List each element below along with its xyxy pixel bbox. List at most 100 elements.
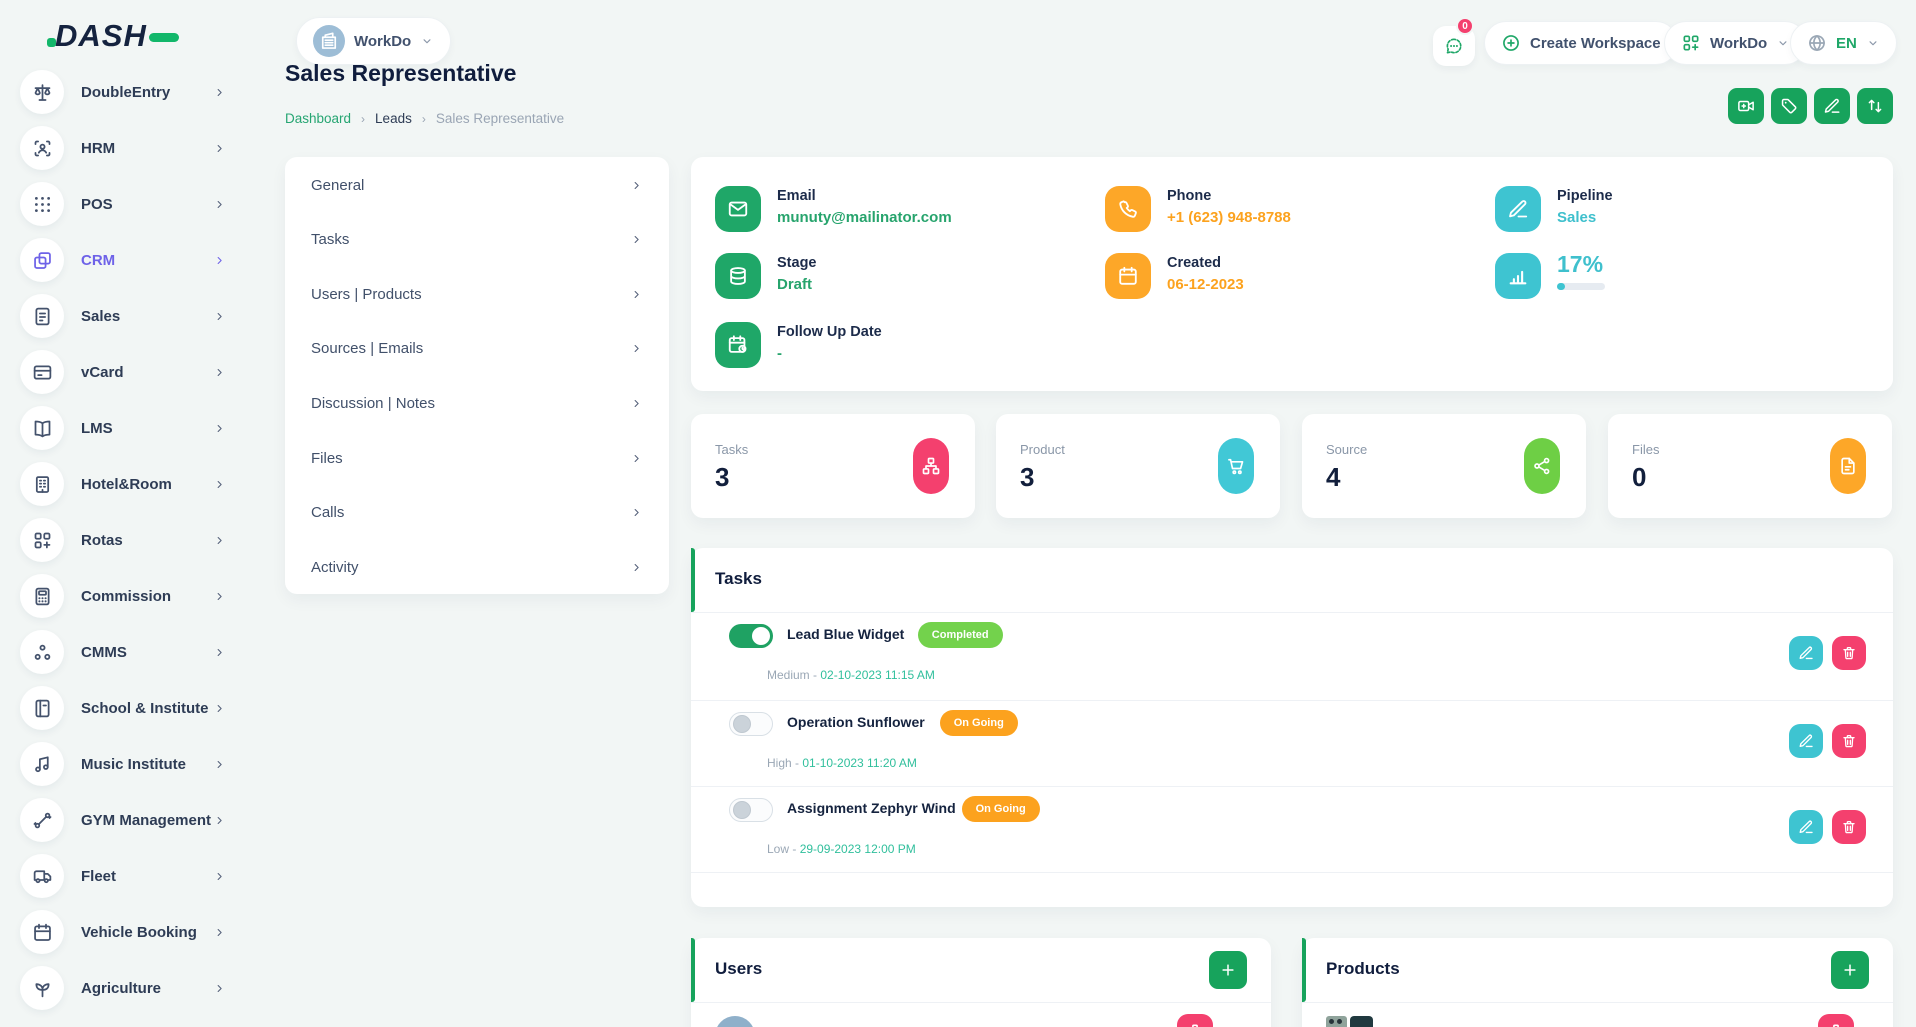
workspace-switcher[interactable]: WorkDo <box>296 17 451 65</box>
add-user-button[interactable] <box>1209 951 1247 989</box>
lead-menu-item-users-products[interactable]: Users | Products <box>285 267 669 321</box>
stat-value: 3 <box>715 462 729 493</box>
chevron-right-icon <box>213 422 226 435</box>
sidebar-item-label: Rotas <box>81 532 123 549</box>
database-icon <box>715 253 761 299</box>
convert-button[interactable] <box>1857 88 1893 124</box>
chart-icon <box>1495 253 1541 299</box>
stat-card-files: Files 0 <box>1608 414 1892 518</box>
stat-label: Tasks <box>715 442 748 457</box>
chevron-right-icon <box>213 982 226 995</box>
swap-icon <box>1866 97 1884 115</box>
language-label: EN <box>1836 35 1857 52</box>
stat-value: 0 <box>1632 462 1646 493</box>
edit-button[interactable] <box>1814 88 1850 124</box>
detail-value: 06-12-2023 <box>1167 276 1244 293</box>
workdo-menu-label: WorkDo <box>1710 35 1767 52</box>
detail-value: Sales <box>1557 209 1613 226</box>
cmms-icon <box>20 630 64 674</box>
task-meta: Medium - 02-10-2023 11:15 AM <box>767 668 935 682</box>
label-button[interactable] <box>1771 88 1807 124</box>
sidebar-item-sales[interactable]: Sales <box>0 294 256 338</box>
sidebar-item-gym-management[interactable]: GYM Management <box>0 798 256 842</box>
sidebar-item-rotas[interactable]: Rotas <box>0 518 256 562</box>
stat-card-source: Source4 <box>1302 414 1586 518</box>
task-complete-toggle[interactable] <box>729 712 773 736</box>
lead-menu-item-files[interactable]: Files <box>285 431 669 485</box>
globe-icon <box>1807 33 1827 53</box>
workdo-menu-button[interactable]: WorkDo <box>1664 21 1807 65</box>
lead-progress-value: 17% <box>1557 253 1605 276</box>
sidebar-item-school-institute[interactable]: School & Institute <box>0 686 256 730</box>
add-product-button[interactable] <box>1831 951 1869 989</box>
chevron-right-icon <box>213 702 226 715</box>
remove-user-button[interactable] <box>1177 1014 1213 1027</box>
task-name: Operation Sunflower <box>787 714 925 730</box>
chevron-right-icon <box>630 288 643 301</box>
stat-card-tasks: Tasks 3 <box>691 414 975 518</box>
sidebar-item-vcard[interactable]: vCard <box>0 350 256 394</box>
chevron-down-icon <box>420 34 434 48</box>
task-complete-toggle[interactable] <box>729 624 773 648</box>
detail-created: Created06-12-2023 <box>1105 253 1244 299</box>
product-image <box>1326 1016 1376 1027</box>
share-icon <box>1524 438 1560 494</box>
create-workspace-button[interactable]: Create Workspace <box>1484 21 1678 65</box>
stat-label: Files <box>1632 442 1659 457</box>
edit-task-button[interactable] <box>1789 636 1823 670</box>
menu-item-label: Sources | Emails <box>311 340 423 357</box>
sidebar-item-commission[interactable]: Commission <box>0 574 256 618</box>
sidebar-item-crm[interactable]: CRM <box>0 238 256 282</box>
lead-menu-item-discussion-notes[interactable]: Discussion | Notes <box>285 376 669 430</box>
mail-icon <box>715 186 761 232</box>
lead-menu-item-activity[interactable]: Activity <box>285 540 669 594</box>
sidebar-item-lms[interactable]: LMS <box>0 406 256 450</box>
chevron-right-icon <box>213 870 226 883</box>
calendar-icon <box>1105 253 1151 299</box>
gym-icon <box>20 798 64 842</box>
edit-task-button[interactable] <box>1789 724 1823 758</box>
tag-icon <box>1780 97 1798 115</box>
lead-menu-item-general[interactable]: General <box>285 158 669 212</box>
lead-menu-item-sources-emails[interactable]: Sources | Emails <box>285 322 669 376</box>
lead-menu-item-tasks[interactable]: Tasks <box>285 213 669 267</box>
video-call-button[interactable] <box>1728 88 1764 124</box>
delete-task-button[interactable] <box>1832 636 1866 670</box>
sidebar-item-pos[interactable]: POS <box>0 182 256 226</box>
chevron-right-icon <box>630 342 643 355</box>
sidebar-item-label: Music Institute <box>81 756 186 773</box>
sidebar-item-label: School & Institute <box>81 700 209 717</box>
sidebar-item-fleet[interactable]: Fleet <box>0 854 256 898</box>
lead-progress-bar <box>1557 283 1605 290</box>
vehicle-icon <box>20 910 64 954</box>
sidebar-item-vehicle-booking[interactable]: Vehicle Booking <box>0 910 256 954</box>
detail-progress: 17% <box>1495 253 1605 299</box>
crm-icon <box>20 238 64 282</box>
workspace-avatar <box>313 25 345 57</box>
sidebar-item-music-institute[interactable]: Music Institute <box>0 742 256 786</box>
sidebar-item-doubleentry[interactable]: DoubleEntry <box>0 70 256 114</box>
sidebar-item-agriculture[interactable]: Agriculture <box>0 966 256 1010</box>
task-meta: Low - 29-09-2023 12:00 PM <box>767 842 916 856</box>
sidebar-item-cmms[interactable]: CMMS <box>0 630 256 674</box>
language-selector[interactable]: EN <box>1790 21 1897 65</box>
detail-label: Phone <box>1167 186 1291 204</box>
breadcrumb-item[interactable]: Dashboard <box>285 111 351 126</box>
sidebar-item-hotel-room[interactable]: Hotel&Room <box>0 462 256 506</box>
edit-task-button[interactable] <box>1789 810 1823 844</box>
delete-task-button[interactable] <box>1832 810 1866 844</box>
music-icon <box>20 742 64 786</box>
breadcrumb-item[interactable]: Leads <box>375 111 412 126</box>
detail-label: Stage <box>777 253 817 271</box>
remove-product-button[interactable] <box>1818 1014 1854 1027</box>
sidebar-item-label: LMS <box>81 420 113 437</box>
school-icon <box>20 686 64 730</box>
sidebar-item-hrm[interactable]: HRM <box>0 126 256 170</box>
menu-item-label: Files <box>311 450 343 467</box>
delete-task-button[interactable] <box>1832 724 1866 758</box>
divider <box>1302 1002 1893 1003</box>
divider <box>691 1002 1271 1003</box>
task-complete-toggle[interactable] <box>729 798 773 822</box>
lead-menu-item-calls[interactable]: Calls <box>285 486 669 540</box>
chevron-right-icon <box>630 179 643 192</box>
